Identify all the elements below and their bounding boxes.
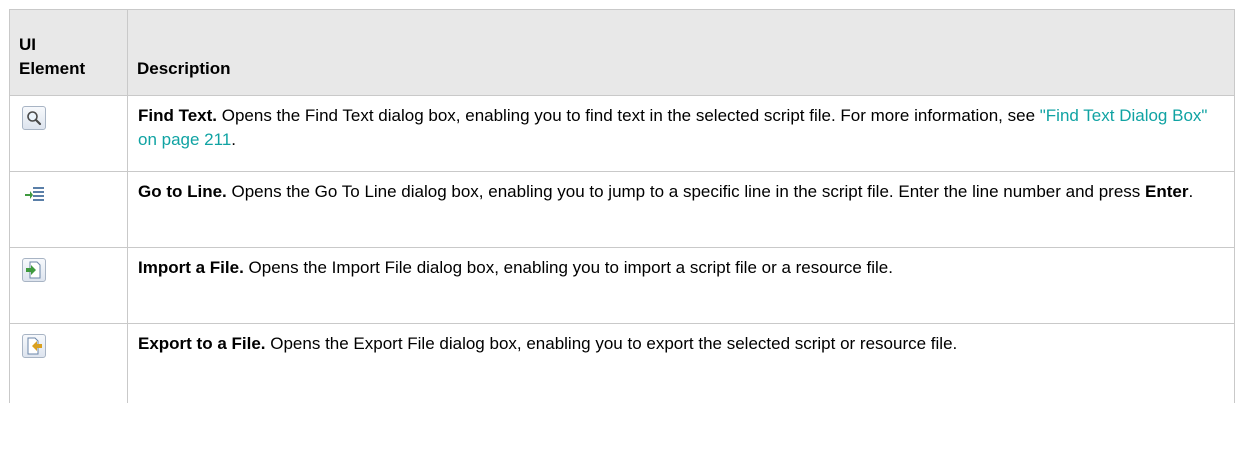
export-file-icon bbox=[22, 334, 46, 358]
description-cell: Go to Line. Opens the Go To Line dialog … bbox=[127, 171, 1235, 248]
icon-cell bbox=[9, 171, 128, 248]
term-export-file: Export to a File. bbox=[138, 334, 266, 353]
icon-cell bbox=[9, 247, 128, 324]
description-text: Opens the Find Text dialog box, enabling… bbox=[217, 106, 1040, 125]
description-cell: Import a File. Opens the Import File dia… bbox=[127, 247, 1235, 324]
description-text: Opens the Import File dialog box, enabli… bbox=[243, 258, 893, 277]
table-row: Go to Line. Opens the Go To Line dialog … bbox=[9, 171, 1235, 248]
description-text: Opens the Export File dialog box, enabli… bbox=[265, 334, 958, 353]
table-header-row: UI Element Description bbox=[9, 9, 1235, 96]
header-ui-element-line2: Element bbox=[19, 59, 86, 78]
description-text: Opens the Go To Line dialog box, enablin… bbox=[226, 182, 1146, 201]
description-cell: Export to a File. Opens the Export File … bbox=[127, 323, 1235, 403]
table-row: Find Text. Opens the Find Text dialog bo… bbox=[9, 95, 1235, 172]
term-go-to-line: Go to Line. bbox=[138, 182, 227, 201]
icon-cell bbox=[9, 323, 128, 403]
header-description: Description bbox=[127, 9, 1235, 96]
enter-key-label: Enter bbox=[1145, 182, 1189, 201]
header-ui-element-line1: UI bbox=[19, 35, 36, 54]
header-ui-element: UI Element bbox=[9, 9, 128, 96]
icon-cell bbox=[9, 95, 128, 172]
import-file-icon bbox=[22, 258, 46, 282]
description-tail: . bbox=[231, 130, 237, 149]
term-import-file: Import a File. bbox=[138, 258, 244, 277]
description-tail: . bbox=[1188, 182, 1194, 201]
table-row: Export to a File. Opens the Export File … bbox=[9, 323, 1235, 403]
ui-elements-table: UI Element Description Find Text. Opens t… bbox=[9, 9, 1235, 403]
description-cell: Find Text. Opens the Find Text dialog bo… bbox=[127, 95, 1235, 172]
term-find-text: Find Text. bbox=[138, 106, 218, 125]
search-icon bbox=[22, 106, 46, 130]
go-to-line-icon bbox=[22, 182, 46, 206]
table-row: Import a File. Opens the Import File dia… bbox=[9, 247, 1235, 324]
